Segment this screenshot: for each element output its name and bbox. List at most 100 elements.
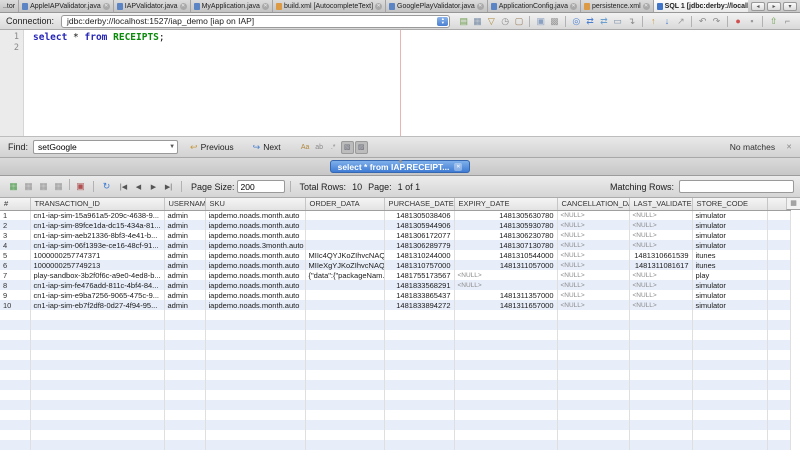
cell[interactable]: <NULL>	[629, 240, 692, 250]
tab-close-icon[interactable]: ✕	[180, 3, 187, 10]
wrap-search-icon[interactable]: ▨	[355, 141, 368, 154]
dock-icon[interactable]: ⌐	[781, 15, 794, 28]
zoom-icon[interactable]: ◎	[570, 15, 583, 28]
col-header-last_validated[interactable]: LAST_VALIDATED	[629, 198, 692, 210]
editor-tab-applicationconfig-java[interactable]: ApplicationConfig.java✕	[488, 0, 581, 12]
matching-rows-input[interactable]	[679, 180, 794, 193]
cell[interactable]: 1481311657000	[454, 300, 557, 310]
cell[interactable]: 1481307130780	[454, 240, 557, 250]
combo-stepper-icon[interactable]: ▲▼	[437, 17, 448, 26]
save-result-icon[interactable]: ▭	[611, 15, 624, 28]
cell[interactable]: iapdemo.noads.month.auto	[205, 290, 305, 300]
cell[interactable]: 1	[0, 210, 30, 220]
rollback-icon[interactable]: ▦	[51, 179, 66, 194]
cell[interactable]: cn1-iap-sim-aeb21336-8bf3-4e41-b...	[30, 230, 164, 240]
editor-tab-googleplayvalidator-java[interactable]: GooglePlayValidator.java✕	[386, 0, 488, 12]
result-tab-close-icon[interactable]: ✕	[454, 163, 462, 171]
cell[interactable]: <NULL>	[557, 250, 629, 260]
table-row[interactable]: 8cn1-iap-sim-fe476add-811c-4bf4-84...adm…	[0, 280, 790, 290]
cell[interactable]: play	[692, 270, 767, 280]
cell[interactable]: iapdemo.noads.month.auto	[205, 250, 305, 260]
col-header-purchase_date[interactable]: PURCHASE_DATE	[384, 198, 454, 210]
cell[interactable]: 1481310661539	[629, 250, 692, 260]
cell[interactable]: 4	[0, 240, 30, 250]
highlight-results-icon[interactable]: ▧	[341, 141, 354, 154]
history-icon[interactable]: ◷	[499, 15, 512, 28]
tab-list-icon[interactable]: ▾	[783, 2, 797, 11]
cell[interactable]: 6	[0, 260, 30, 270]
cell[interactable]: itunes	[692, 250, 767, 260]
cell[interactable]: cn1-iap-sim-89fce1da-dc15-434a-81...	[30, 220, 164, 230]
table-row[interactable]: 51000000257747371adminiapdemo.noads.mont…	[0, 250, 790, 260]
grid-view-icon[interactable]: ▦	[471, 15, 484, 28]
prev-page-icon[interactable]: ◀	[131, 183, 146, 191]
cell[interactable]: 8	[0, 280, 30, 290]
cell[interactable]: admin	[164, 290, 205, 300]
cell[interactable]: 1481306230780	[454, 230, 557, 240]
cell[interactable]: 1481305630780	[454, 210, 557, 220]
regex-icon[interactable]: .*	[327, 141, 340, 154]
match-case-icon[interactable]: Aa	[299, 141, 312, 154]
export-icon[interactable]: ↴	[625, 15, 638, 28]
cell[interactable]	[767, 240, 790, 250]
cell[interactable]: <NULL>	[629, 300, 692, 310]
cell[interactable]: {"data":{"packageNam...	[305, 270, 384, 280]
cell[interactable]: <NULL>	[629, 270, 692, 280]
cell[interactable]: itunes	[692, 260, 767, 270]
cell[interactable]: iapdemo.noads.month.auto	[205, 300, 305, 310]
cell[interactable]	[767, 220, 790, 230]
cell[interactable]: iapdemo.noads.3month.auto	[205, 240, 305, 250]
editor-tab-iapvalidator-java[interactable]: IAPValidator.java✕	[114, 0, 191, 12]
cell[interactable]: 1481305944906	[384, 220, 454, 230]
cell[interactable]	[305, 210, 384, 220]
cell[interactable]: 1481833568291	[384, 280, 454, 290]
cell[interactable]: 2	[0, 220, 30, 230]
tab-scroll-left-icon[interactable]: ◂	[751, 2, 765, 11]
cell[interactable]: admin	[164, 230, 205, 240]
cell[interactable]: admin	[164, 240, 205, 250]
cell[interactable]: simulator	[692, 300, 767, 310]
sql-editor[interactable]: 12 select * from RECEIPTS;	[0, 30, 800, 137]
editor-tab-appleiapvalidator-java[interactable]: AppleIAPValidator.java✕	[19, 0, 114, 12]
cell[interactable]: 1481310757000	[384, 260, 454, 270]
tab-close-icon[interactable]: ✕	[375, 3, 382, 10]
cell[interactable]: 1481310244000	[384, 250, 454, 260]
cell[interactable]: MIIeXgYJKoZIhvcNAQc...	[305, 260, 384, 270]
cell[interactable]: 1000000257749213	[30, 260, 164, 270]
cell[interactable]: cn1-iap-sim-e9ba7256-9065-475c-9...	[30, 290, 164, 300]
cell[interactable]: admin	[164, 280, 205, 290]
tab-close-icon[interactable]: ✕	[477, 3, 484, 10]
cell[interactable]: play-sandbox-3b2f0f6c-a9e0-4ed8-b...	[30, 270, 164, 280]
cell[interactable]: 1481755173567	[384, 270, 454, 280]
cell[interactable]: <NULL>	[629, 210, 692, 220]
col-header-#[interactable]: #	[0, 198, 30, 210]
cell[interactable]	[305, 220, 384, 230]
cell[interactable]: 7	[0, 270, 30, 280]
cell[interactable]: <NULL>	[557, 240, 629, 250]
tab-close-icon[interactable]: ✕	[570, 3, 577, 10]
editor-tab-myapplication-java[interactable]: MyApplication.java✕	[191, 0, 273, 12]
record-macro-icon[interactable]: ●	[732, 15, 745, 28]
last-page-icon[interactable]: ▶|	[161, 183, 176, 191]
cell[interactable]	[767, 210, 790, 220]
table-row[interactable]: 7play-sandbox-3b2f0f6c-a9e0-4ed8-b...adm…	[0, 270, 790, 280]
cell[interactable]: 1481305038406	[384, 210, 454, 220]
page-size-input[interactable]	[237, 180, 285, 193]
cell[interactable]	[305, 290, 384, 300]
next-page-icon[interactable]: ▶	[146, 183, 161, 191]
insert-record-icon[interactable]: ▦	[6, 179, 21, 194]
find-combobox[interactable]: ▼	[33, 140, 178, 154]
cell[interactable]: <NULL>	[454, 270, 557, 280]
cell[interactable]: <NULL>	[454, 280, 557, 290]
insert-record-icon[interactable]: ▤	[457, 15, 470, 28]
cell[interactable]	[305, 240, 384, 250]
cell[interactable]: simulator	[692, 210, 767, 220]
table-row[interactable]: 9cn1-iap-sim-e9ba7256-9065-475c-9...admi…	[0, 290, 790, 300]
find-close-icon[interactable]: ✕	[786, 143, 792, 151]
cell[interactable]: 1000000257747371	[30, 250, 164, 260]
col-header-transaction_id[interactable]: TRANSACTION_ID	[30, 198, 164, 210]
delete-record-icon[interactable]: ▦	[21, 179, 36, 194]
cell[interactable]: admin	[164, 250, 205, 260]
whole-word-icon[interactable]: ab	[313, 141, 326, 154]
column-settings-icon[interactable]: ▦	[786, 198, 800, 210]
